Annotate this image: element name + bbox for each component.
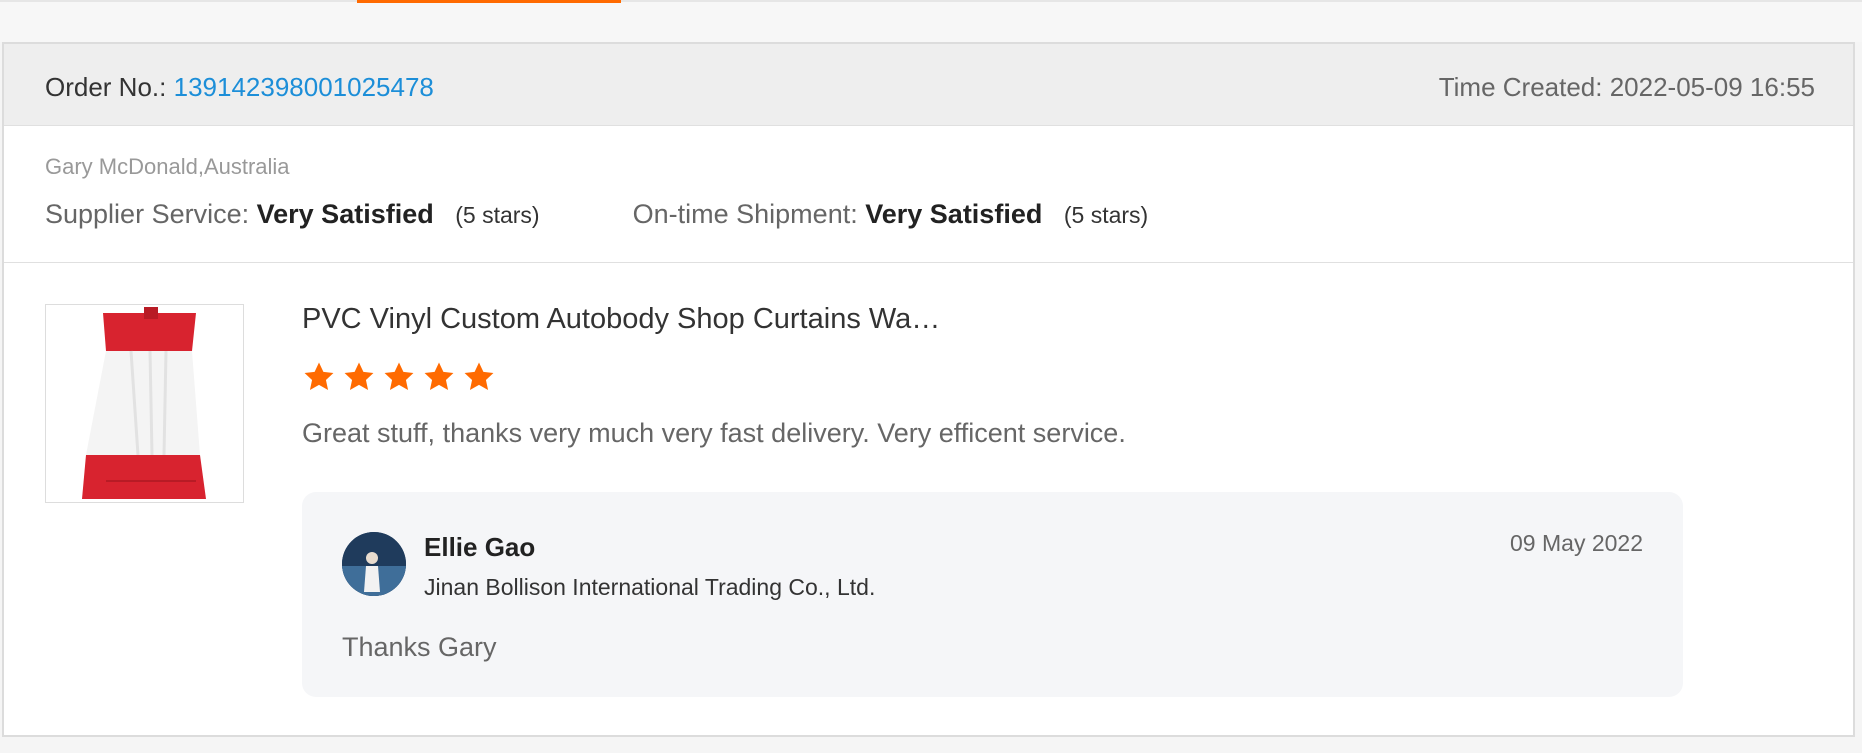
shipment-value: Very Satisfied	[865, 199, 1043, 229]
curtain-image	[46, 305, 243, 502]
shipment-label: On-time Shipment:	[632, 199, 858, 229]
replier-company: Jinan Bollison International Trading Co.…	[424, 574, 876, 600]
buyer-name-location: Gary McDonald,Australia	[45, 154, 290, 179]
shipment-stars: (5 stars)	[1063, 202, 1149, 228]
supplier-service-value: Very Satisfied	[256, 199, 434, 229]
star-icon	[464, 362, 494, 391]
avatar	[342, 532, 406, 596]
ratings-row: Supplier Service: Very Satisfied (5 star…	[45, 199, 1148, 230]
order-number-label: Order No.:	[45, 72, 167, 102]
supplier-reply: Ellie Gao Jinan Bollison International T…	[302, 492, 1683, 697]
supplier-service-label: Supplier Service:	[45, 199, 250, 229]
order-number-row: Order No.: 139142398001025478	[45, 72, 434, 103]
star-icon	[304, 362, 334, 391]
star-rating	[302, 360, 496, 394]
star-icon	[384, 362, 414, 391]
product-title[interactable]: PVC Vinyl Custom Autobody Shop Curtains …	[302, 303, 940, 336]
tab-strip	[0, 0, 1862, 42]
replier-name: Ellie Gao	[424, 532, 536, 562]
reply-date: 09 May 2022	[1510, 530, 1643, 556]
order-review-card: Order No.: 139142398001025478 Time Creat…	[2, 42, 1855, 737]
star-icon	[424, 362, 454, 391]
order-header: Order No.: 139142398001025478 Time Creat…	[4, 44, 1853, 126]
star-icon	[344, 362, 374, 391]
order-number-link[interactable]: 139142398001025478	[174, 72, 434, 102]
active-tab-indicator	[357, 0, 621, 3]
supplier-service-stars: (5 stars)	[455, 202, 540, 228]
review-text: Great stuff, thanks very much very fast …	[302, 418, 1126, 448]
reply-text: Thanks Gary	[342, 632, 497, 662]
divider	[4, 262, 1853, 263]
time-created: Time Created: 2022-05-09 16:55	[1438, 72, 1815, 102]
product-thumbnail[interactable]	[45, 304, 244, 503]
